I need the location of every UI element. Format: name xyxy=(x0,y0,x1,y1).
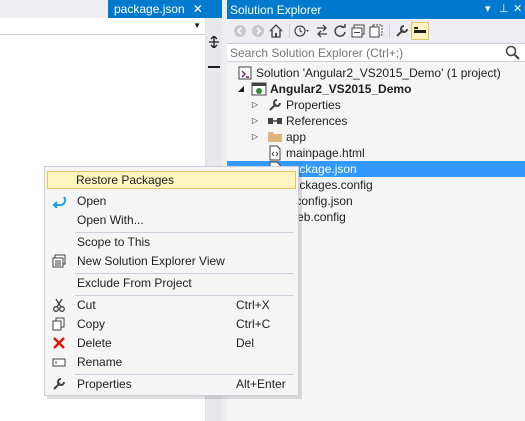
new-view-icon xyxy=(51,253,67,269)
collapsed-arrow-icon[interactable]: ▷ xyxy=(250,100,260,110)
menu-item-label: Rename xyxy=(77,355,123,369)
copy-icon xyxy=(51,316,67,332)
toolbar-separator xyxy=(289,24,290,38)
tab-close-icon[interactable]: ✕ xyxy=(193,2,203,16)
html-file-icon xyxy=(269,145,281,161)
tree-item-label: Properties xyxy=(286,98,341,112)
document-tab-title[interactable]: package.json xyxy=(114,2,185,16)
menu-item-label: Open xyxy=(77,194,107,208)
menu-item-label: Cut xyxy=(77,298,96,312)
open-arrow-icon xyxy=(51,193,67,209)
menu-item-label: Open With... xyxy=(77,213,144,227)
menu-item-exclude-from-project[interactable]: Exclude From Project xyxy=(47,274,296,292)
tree-item-properties[interactable]: ▷ Properties xyxy=(227,97,525,113)
show-all-files-icon[interactable] xyxy=(367,22,385,40)
solution-icon xyxy=(238,66,252,80)
tree-item-app-folder[interactable]: ▷ app xyxy=(227,129,525,145)
menu-item-shortcut: Alt+Enter xyxy=(236,377,286,391)
properties-wrench-icon[interactable] xyxy=(393,22,411,40)
tree-item-project[interactable]: ◢ Angular2_VS2015_Demo xyxy=(227,81,525,97)
solution-explorer-titlebar: Solution Explorer ▾ ⊥ ✕ xyxy=(227,0,525,19)
menu-item-new-solution-explorer-view[interactable]: New Solution Explorer View xyxy=(47,252,296,270)
close-icon[interactable]: ✕ xyxy=(513,2,522,15)
window-position-dropdown-icon[interactable]: ▾ xyxy=(485,2,491,15)
menu-item-label: New Solution Explorer View xyxy=(77,254,225,268)
tree-item-references[interactable]: ▷ References xyxy=(227,113,525,129)
tree-item-label: References xyxy=(286,114,348,128)
sync-with-active-document-icon[interactable] xyxy=(313,22,331,40)
forward-icon[interactable] xyxy=(249,22,267,40)
delete-x-icon xyxy=(51,335,67,351)
rename-icon xyxy=(51,354,67,370)
home-icon[interactable] xyxy=(267,22,285,40)
context-menu: Restore Packages Open Open With... Scope… xyxy=(44,166,299,396)
solution-explorer-toolbar xyxy=(227,19,525,43)
tree-item-label: Solution 'Angular2_VS2015_Demo' (1 proje… xyxy=(256,66,501,80)
search-input[interactable] xyxy=(230,45,490,61)
menu-item-label: Delete xyxy=(77,336,112,350)
web-project-icon xyxy=(251,82,267,96)
menu-item-shortcut: Del xyxy=(236,336,255,350)
menu-item-label: Copy xyxy=(77,317,106,331)
menu-item-copy[interactable]: Copy Ctrl+C xyxy=(47,315,296,333)
tree-item-mainpage-html[interactable]: mainpage.html xyxy=(227,145,525,161)
preview-selected-items-icon[interactable] xyxy=(411,22,429,40)
references-icon xyxy=(268,118,282,124)
pin-icon[interactable]: ⊥ xyxy=(499,2,509,15)
tree-item-label: mainpage.html xyxy=(286,146,365,160)
split-window-icon[interactable] xyxy=(208,35,220,49)
folder-icon xyxy=(268,132,282,142)
collapsed-arrow-icon[interactable]: ▷ xyxy=(250,116,260,126)
chevron-down-icon[interactable]: ▼ xyxy=(193,21,201,30)
menu-item-cut[interactable]: Cut Ctrl+X xyxy=(47,296,296,314)
pending-changes-filter-icon[interactable] xyxy=(293,22,311,40)
document-tab-bar: package.json ✕ xyxy=(0,0,222,18)
refresh-icon[interactable] xyxy=(331,22,349,40)
menu-item-label: Properties xyxy=(77,377,132,391)
menu-item-label: Restore Packages xyxy=(76,173,175,187)
document-tab-package-json[interactable]: package.json ✕ xyxy=(108,0,222,18)
tree-item-label: Angular2_VS2015_Demo xyxy=(270,82,412,96)
solution-explorer-search-box[interactable] xyxy=(227,43,525,62)
back-icon[interactable] xyxy=(231,22,249,40)
menu-item-delete[interactable]: Delete Del xyxy=(47,334,296,352)
wrench-icon xyxy=(269,99,281,111)
search-icon[interactable] xyxy=(505,45,521,61)
scissors-icon xyxy=(51,297,67,313)
menu-item-label: Scope to This xyxy=(77,235,151,249)
menu-item-shortcut: Ctrl+X xyxy=(236,298,270,312)
menu-item-open[interactable]: Open xyxy=(47,192,296,210)
menu-item-restore-packages[interactable]: Restore Packages xyxy=(47,171,296,189)
toolbar-separator xyxy=(389,24,390,38)
collapsed-arrow-icon[interactable]: ▷ xyxy=(250,132,260,142)
scroll-position-marker xyxy=(208,66,220,68)
tree-item-solution[interactable]: Solution 'Angular2_VS2015_Demo' (1 proje… xyxy=(227,65,525,81)
editor-navigation-bar[interactable]: ▼ xyxy=(0,18,205,35)
menu-item-label: Exclude From Project xyxy=(77,276,192,290)
menu-item-open-with[interactable]: Open With... xyxy=(47,211,296,229)
menu-item-shortcut: Ctrl+C xyxy=(236,317,271,331)
tree-item-label: app xyxy=(286,130,307,144)
menu-item-properties[interactable]: Properties Alt+Enter xyxy=(47,375,296,393)
menu-item-rename[interactable]: Rename xyxy=(47,353,296,371)
wrench-icon xyxy=(51,376,67,392)
menu-item-scope-to-this[interactable]: Scope to This xyxy=(47,233,296,251)
expanded-arrow-icon[interactable]: ◢ xyxy=(236,84,246,94)
solution-explorer-title: Solution Explorer xyxy=(230,3,322,17)
collapse-all-icon[interactable] xyxy=(349,22,367,40)
